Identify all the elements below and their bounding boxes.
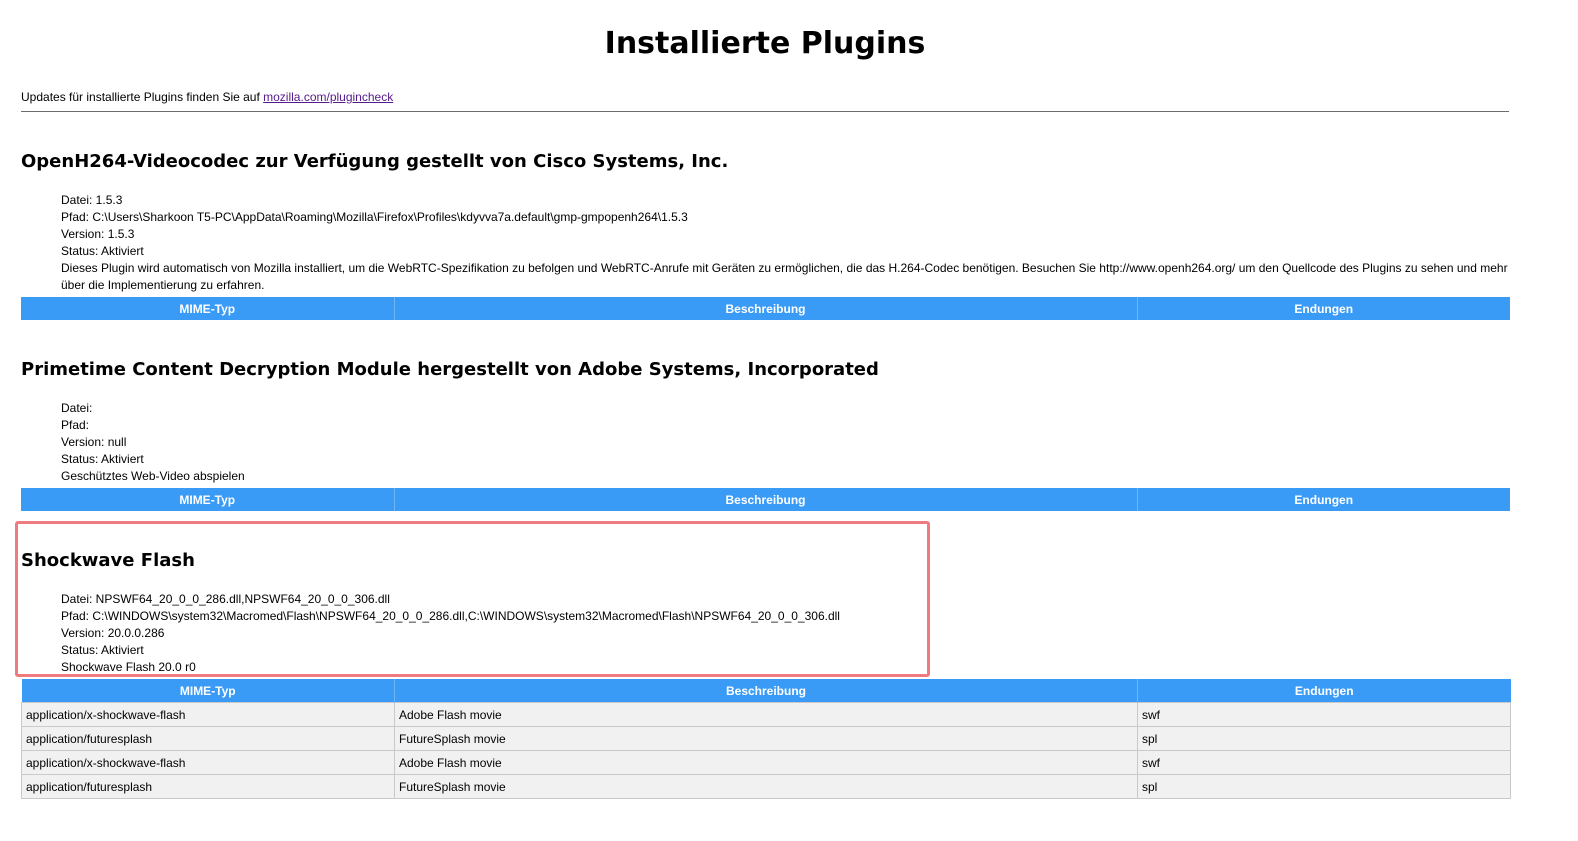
extension-cell: swf	[1137, 702, 1511, 727]
plugin-file: Datei: NPSWF64_20_0_0_286.dll,NPSWF64_20…	[61, 592, 390, 606]
plugin-version: Version: null	[61, 435, 127, 449]
plugin-version: Version: 20.0.0.286	[61, 626, 165, 640]
column-header-extensions: Endungen	[1137, 297, 1510, 320]
mime-type-cell: application/futuresplash	[21, 726, 395, 751]
column-header-mime: MIME-Typ	[21, 297, 395, 320]
plugin-path: Pfad:	[61, 418, 90, 432]
plugin-title-shockwave-flash: Shockwave Flash	[21, 550, 195, 571]
column-header-extensions: Endungen	[1137, 679, 1511, 703]
column-header-description: Beschreibung	[394, 297, 1138, 320]
column-header-description: Beschreibung	[394, 488, 1138, 511]
extension-cell: spl	[1137, 726, 1511, 751]
table-row: application/x-shockwave-flash Adobe Flas…	[21, 750, 1511, 775]
column-header-extensions: Endungen	[1137, 488, 1510, 511]
plugin-path: Pfad: C:\Users\Sharkoon T5-PC\AppData\Ro…	[61, 210, 688, 224]
page-title: Installierte Plugins	[604, 26, 926, 61]
plugincheck-link[interactable]: mozilla.com/plugincheck	[263, 90, 393, 104]
mime-table-shockwave-flash: MIME-Typ Beschreibung Endungen applicati…	[21, 679, 1511, 799]
plugin-title-primetime: Primetime Content Decryption Module herg…	[21, 359, 879, 380]
description-cell: Adobe Flash movie	[394, 750, 1138, 775]
column-header-mime: MIME-Typ	[21, 679, 395, 703]
extension-cell: swf	[1137, 750, 1511, 775]
mime-table-openh264: MIME-Typ Beschreibung Endungen	[21, 297, 1510, 320]
table-row: application/x-shockwave-flash Adobe Flas…	[21, 702, 1511, 727]
extension-cell: spl	[1137, 774, 1511, 799]
plugin-description: Shockwave Flash 20.0 r0	[61, 660, 196, 674]
plugin-status: Status: Aktiviert	[61, 244, 144, 258]
table-row: application/futuresplash FutureSplash mo…	[21, 774, 1511, 799]
mime-type-cell: application/futuresplash	[21, 774, 395, 799]
mime-type-cell: application/x-shockwave-flash	[21, 750, 395, 775]
mime-type-cell: application/x-shockwave-flash	[21, 702, 395, 727]
description-cell: FutureSplash movie	[394, 774, 1138, 799]
updates-text: Updates für installierte Plugins finden …	[21, 90, 264, 104]
plugin-file: Datei:	[61, 401, 93, 415]
divider	[21, 111, 1509, 112]
column-header-description: Beschreibung	[394, 679, 1138, 703]
updates-hint: Updates für installierte Plugins finden …	[21, 89, 393, 105]
mime-table-primetime: MIME-Typ Beschreibung Endungen	[21, 488, 1510, 511]
plugin-description: Dieses Plugin wird automatisch von Mozil…	[61, 261, 1508, 292]
plugin-details-primetime: Datei: Pfad: Version: null Status: Aktiv…	[61, 400, 1513, 485]
plugin-title-openh264: OpenH264-Videocodec zur Verfügung gestel…	[21, 151, 729, 172]
table-row: application/futuresplash FutureSplash mo…	[21, 726, 1511, 751]
plugin-details-shockwave-flash: Datei: NPSWF64_20_0_0_286.dll,NPSWF64_20…	[61, 591, 1513, 676]
description-cell: FutureSplash movie	[394, 726, 1138, 751]
plugin-version: Version: 1.5.3	[61, 227, 135, 241]
plugin-status: Status: Aktiviert	[61, 452, 144, 466]
plugin-details-openh264: Datei: 1.5.3 Pfad: C:\Users\Sharkoon T5-…	[61, 192, 1513, 294]
plugin-description: Geschütztes Web-Video abspielen	[61, 469, 245, 483]
plugin-file: Datei: 1.5.3	[61, 193, 123, 207]
column-header-mime: MIME-Typ	[21, 488, 395, 511]
plugin-status: Status: Aktiviert	[61, 643, 144, 657]
plugin-path: Pfad: C:\WINDOWS\system32\Macromed\Flash…	[61, 609, 840, 623]
description-cell: Adobe Flash movie	[394, 702, 1138, 727]
